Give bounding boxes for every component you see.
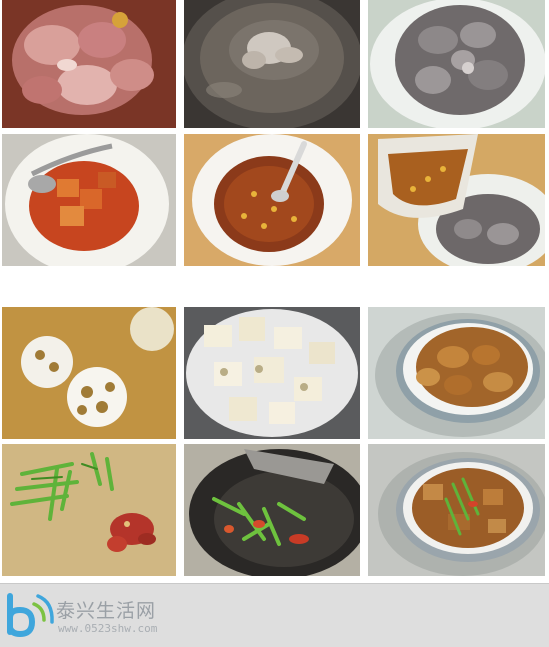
photo-lotus-root-slices — [2, 307, 176, 439]
photo-drained-ribs — [368, 0, 545, 128]
photo-lotus-root-in-bowl — [184, 307, 360, 439]
photo-finished-dish — [368, 444, 545, 576]
site-brand-name: 泰兴生活网 — [56, 600, 157, 622]
photo-scallion-and-chili — [2, 444, 176, 576]
photo-raw-ribs — [2, 0, 176, 128]
photo-pour-sauce-on-ribs — [368, 134, 545, 266]
photo-fermented-tofu-sauce — [2, 134, 176, 266]
photo-mixed-bean-sauce — [184, 134, 360, 266]
site-url: www.0523shw.com — [58, 622, 158, 635]
photo-blanching-ribs — [184, 0, 360, 128]
photo-ribs-in-steamer — [368, 307, 545, 439]
photo-stir-fry-scallion-chili — [184, 444, 360, 576]
site-logo-icon — [4, 588, 56, 640]
